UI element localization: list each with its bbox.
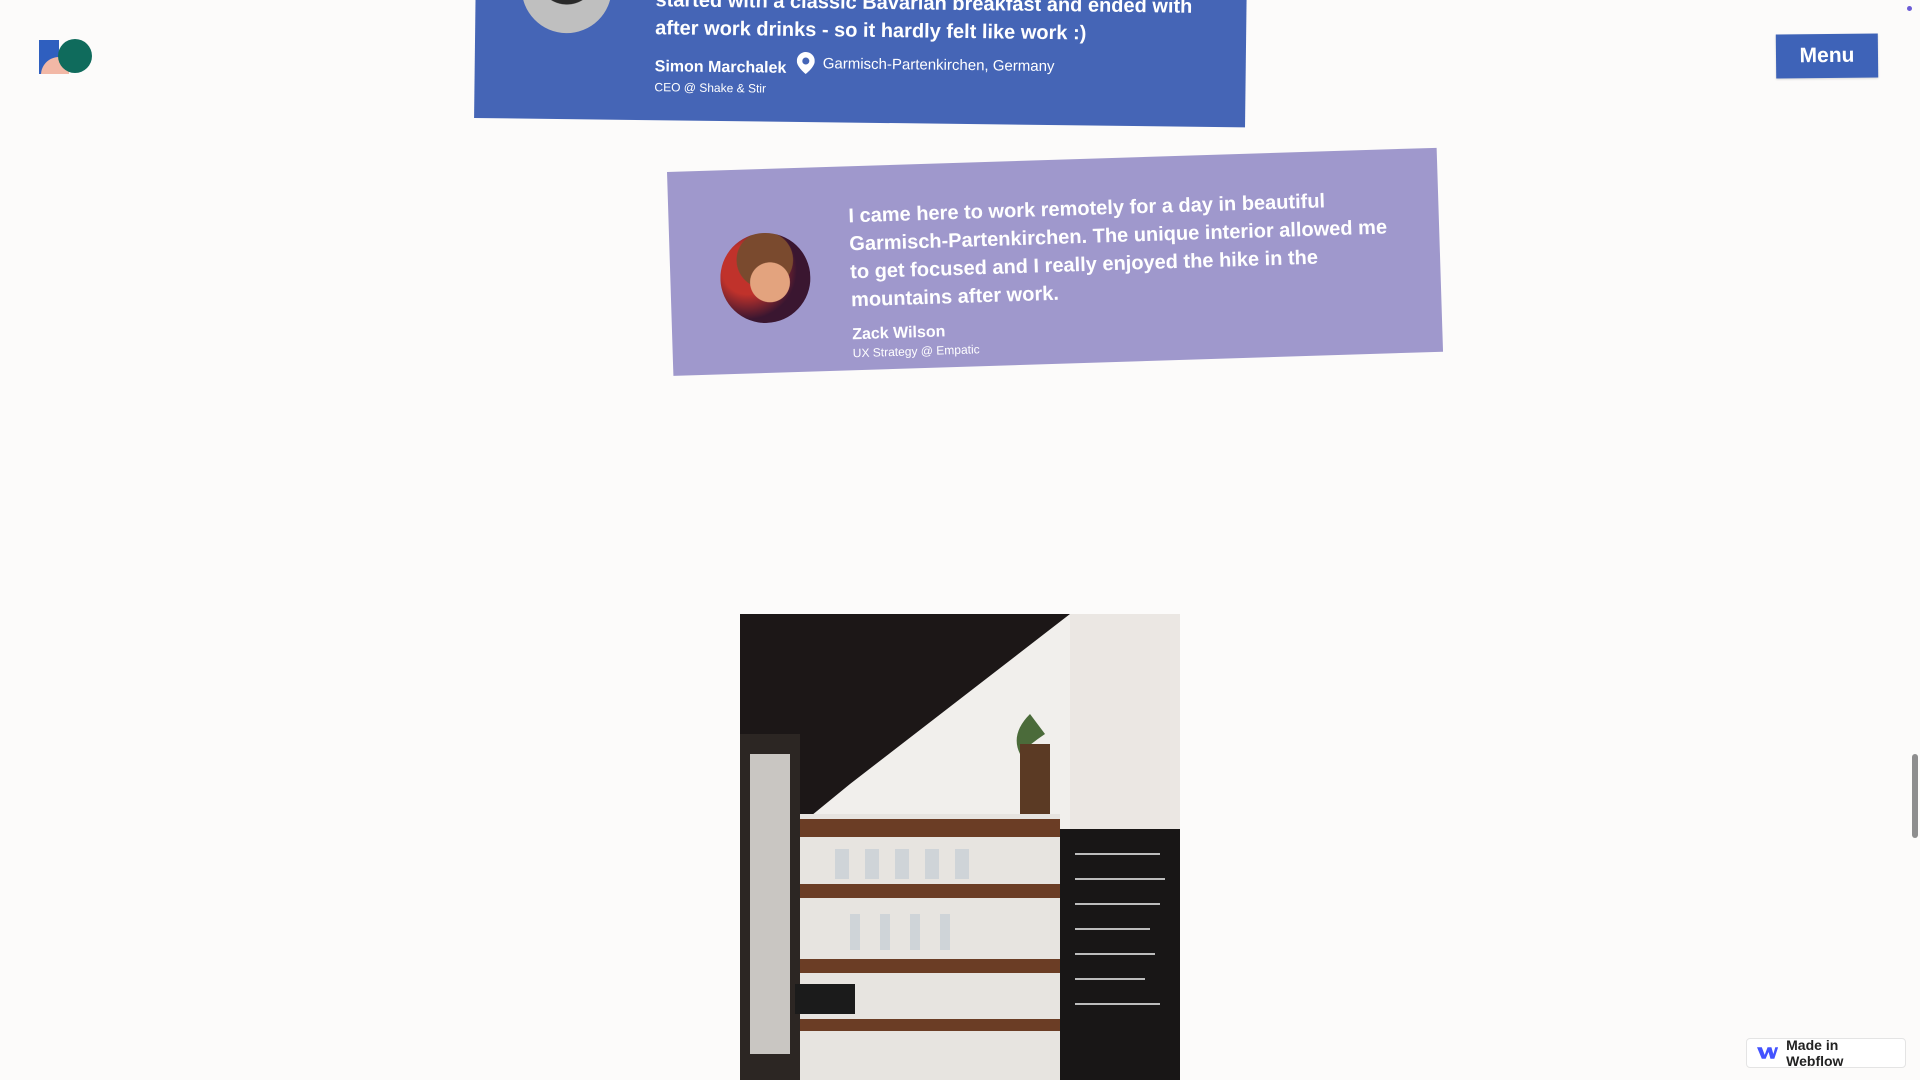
avatar <box>521 0 613 34</box>
menu-button[interactable]: Menu <box>1775 33 1879 79</box>
testimonial-card-zack: I came here to work remotely for a day i… <box>667 147 1444 376</box>
indicator-dot <box>1907 6 1912 11</box>
testimonial-card-simon: started with a classic Bavarian breakfas… <box>474 0 1247 128</box>
scrollbar[interactable] <box>1908 0 1920 1080</box>
avatar <box>718 231 812 325</box>
photo-illustration <box>740 614 1180 1080</box>
made-in-webflow-badge[interactable]: Made in Webflow <box>1746 1037 1906 1069</box>
testimonial-quote: I came here to work remotely for a day i… <box>848 190 1388 312</box>
testimonial-quote: started with a classic Bavarian breakfas… <box>655 0 1193 45</box>
testimonial-role: CEO @ Shake & Stir <box>654 80 767 96</box>
testimonial-name: Zack Wilson <box>851 323 946 344</box>
scrollbar-thumb[interactable] <box>1912 754 1918 838</box>
cafe-shelves-photo <box>740 614 1180 1080</box>
location-label: Garmisch-Partenkirchen, Germany <box>822 54 1055 75</box>
badge-label: Made in Webflow <box>1786 1037 1844 1069</box>
testimonial-name: Simon Marchalek <box>654 58 787 77</box>
site-logo[interactable] <box>39 38 93 74</box>
webflow-icon <box>1757 1047 1779 1059</box>
location: Garmisch-Partenkirchen, Germany <box>796 52 1055 77</box>
map-pin-icon <box>796 52 815 75</box>
testimonial-role: UX Strategy @ Empatic <box>852 342 980 361</box>
